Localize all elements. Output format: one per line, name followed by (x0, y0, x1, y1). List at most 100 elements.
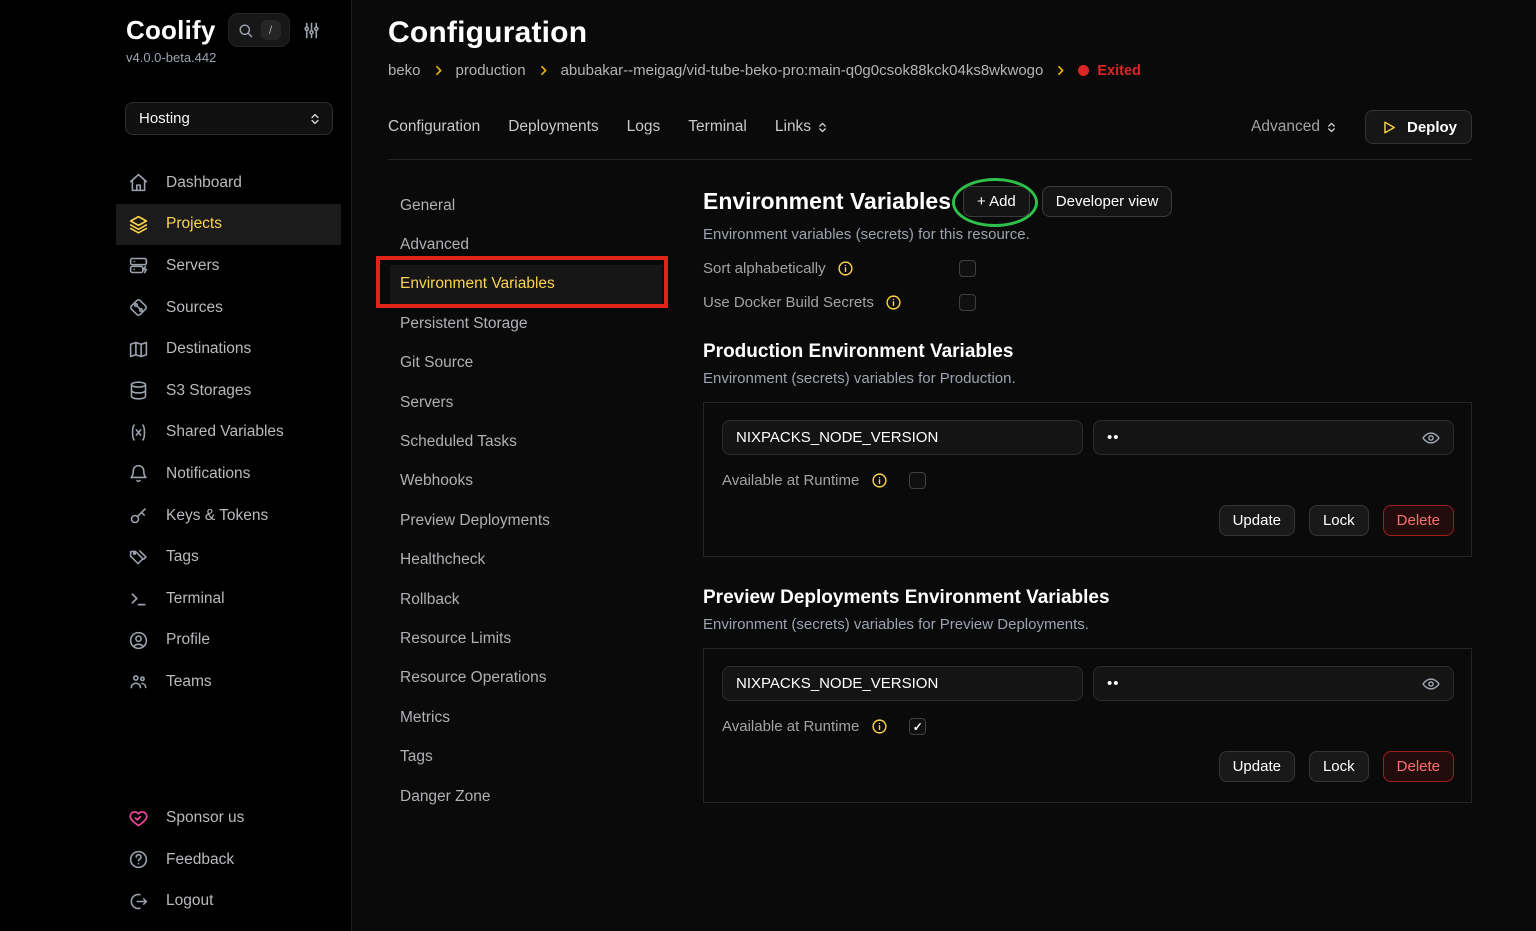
sort-alphabetically-checkbox[interactable] (959, 260, 976, 277)
lock-button[interactable]: Lock (1309, 505, 1369, 536)
team-select[interactable]: Hosting (125, 102, 333, 135)
eye-icon[interactable] (1421, 428, 1441, 448)
tab-terminal[interactable]: Terminal (688, 118, 747, 136)
breadcrumb-project[interactable]: beko (388, 62, 421, 79)
sidebar-item-sponsor-us[interactable]: Sponsor us (116, 797, 341, 839)
subnav-item-metrics[interactable]: Metrics (390, 698, 662, 737)
lock-button[interactable]: Lock (1309, 751, 1369, 782)
docker-build-secrets-checkbox[interactable] (959, 294, 976, 311)
terminal-icon (128, 588, 149, 609)
tab-configuration[interactable]: Configuration (388, 118, 480, 136)
sidebar-item-profile[interactable]: Profile (116, 620, 341, 662)
subnav-item-resource-operations[interactable]: Resource Operations (390, 659, 662, 698)
variable-name-input[interactable] (722, 666, 1083, 701)
status-badge: Exited (1078, 63, 1141, 79)
sidebar-item-notifications[interactable]: Notifications (116, 453, 341, 495)
tab-logs[interactable]: Logs (627, 118, 661, 136)
sidebar-item-logout[interactable]: Logout (116, 880, 341, 922)
preview-variable-card: •• Available at Runtime Update Lock Dele… (703, 648, 1472, 803)
subnav-item-servers[interactable]: Servers (390, 383, 662, 422)
sidebar-item-shared-variables[interactable]: Shared Variables (116, 412, 341, 454)
subnav-item-resource-limits[interactable]: Resource Limits (390, 619, 662, 658)
sidebar: Coolify / v4.0.0-beta.442 Hosting Dashbo… (0, 0, 352, 931)
sidebar-item-terminal[interactable]: Terminal (116, 578, 341, 620)
subnav-item-healthcheck[interactable]: Healthcheck (390, 541, 662, 580)
chevron-right-icon (537, 64, 550, 77)
team-select-value: Hosting (139, 110, 190, 127)
sidebar-item-teams[interactable]: Teams (116, 661, 341, 703)
subnav-item-tags[interactable]: Tags (390, 737, 662, 776)
breadcrumb-resource[interactable]: abubakar--meigag/vid-tube-beko-pro:main-… (561, 62, 1044, 79)
play-icon (1380, 119, 1397, 136)
developer-view-button[interactable]: Developer view (1042, 186, 1173, 217)
sidebar-item-label: Projects (166, 215, 222, 233)
key-icon (128, 505, 149, 526)
heart-icon (128, 808, 149, 829)
available-at-runtime-checkbox[interactable] (909, 718, 926, 735)
info-icon[interactable] (837, 260, 854, 277)
user-icon (128, 630, 149, 651)
sidebar-item-servers[interactable]: Servers (116, 245, 341, 287)
subnav-item-environment-variables[interactable]: Environment Variables (390, 265, 662, 304)
home-icon (128, 172, 149, 193)
sidebar-item-feedback[interactable]: Feedback (116, 839, 341, 881)
tab-deployments[interactable]: Deployments (508, 118, 598, 136)
subnav-item-scheduled-tasks[interactable]: Scheduled Tasks (390, 422, 662, 461)
variable-name-input[interactable] (722, 420, 1083, 455)
subnav-item-general[interactable]: General (390, 186, 662, 225)
search-shortcut-key: / (261, 20, 281, 40)
sidebar-item-label: Tags (166, 548, 199, 566)
eye-icon[interactable] (1421, 674, 1441, 694)
delete-button[interactable]: Delete (1383, 505, 1454, 536)
available-at-runtime-label: Available at Runtime (722, 472, 859, 489)
panel-title: Environment Variables (703, 188, 951, 215)
subnav-item-advanced[interactable]: Advanced (390, 225, 662, 264)
sidebar-item-label: Profile (166, 631, 210, 649)
subnav-item-webhooks[interactable]: Webhooks (390, 462, 662, 501)
sidebar-item-label: Sources (166, 299, 223, 317)
sort-alphabetically-label: Sort alphabetically (703, 260, 826, 277)
sidebar-item-label: Sponsor us (166, 809, 244, 827)
subnav-item-danger-zone[interactable]: Danger Zone (390, 777, 662, 816)
breadcrumb: beko production abubakar--meigag/vid-tub… (388, 62, 1472, 79)
chevron-right-icon (432, 64, 445, 77)
info-icon[interactable] (871, 718, 888, 735)
info-icon[interactable] (871, 472, 888, 489)
advanced-dropdown[interactable]: Advanced (1251, 118, 1338, 136)
update-button[interactable]: Update (1219, 751, 1295, 782)
subnav-item-rollback[interactable]: Rollback (390, 580, 662, 619)
subnav-item-persistent-storage[interactable]: Persistent Storage (390, 304, 662, 343)
tabs-row: Configuration Deployments Logs Terminal … (388, 110, 1472, 160)
variable-value-input[interactable]: •• (1093, 666, 1454, 701)
help-icon (128, 849, 149, 870)
breadcrumb-environment[interactable]: production (456, 62, 526, 79)
sidebar-footer-nav: Sponsor us Feedback Logout (116, 797, 341, 922)
variable-value-input[interactable]: •• (1093, 420, 1454, 455)
subnav-item-git-source[interactable]: Git Source (390, 344, 662, 383)
git-source-icon (128, 297, 149, 318)
sidebar-item-label: Keys & Tokens (166, 507, 268, 525)
tab-links[interactable]: Links (775, 118, 829, 136)
sidebar-item-destinations[interactable]: Destinations (116, 328, 341, 370)
delete-button[interactable]: Delete (1383, 751, 1454, 782)
sidebar-item-s3-storages[interactable]: S3 Storages (116, 370, 341, 412)
sidebar-item-label: Logout (166, 892, 213, 910)
available-at-runtime-checkbox[interactable] (909, 472, 926, 489)
sidebar-item-dashboard[interactable]: Dashboard (116, 162, 341, 204)
update-button[interactable]: Update (1219, 505, 1295, 536)
page-title: Configuration (388, 16, 1472, 50)
subnav-item-preview-deployments[interactable]: Preview Deployments (390, 501, 662, 540)
preview-section-title: Preview Deployments Environment Variable… (703, 587, 1472, 609)
sidebar-item-label: Terminal (166, 590, 225, 608)
deploy-button[interactable]: Deploy (1365, 110, 1472, 144)
sidebar-item-tags[interactable]: Tags (116, 536, 341, 578)
sidebar-item-sources[interactable]: Sources (116, 287, 341, 329)
settings-sliders-icon[interactable] (302, 21, 321, 40)
available-at-runtime-label: Available at Runtime (722, 718, 859, 735)
add-button[interactable]: + Add (963, 186, 1030, 217)
info-icon[interactable] (885, 294, 902, 311)
sidebar-item-keys-tokens[interactable]: Keys & Tokens (116, 495, 341, 537)
search-button[interactable]: / (228, 13, 290, 47)
tab-links-label: Links (775, 118, 811, 136)
sidebar-item-projects[interactable]: Projects (116, 204, 341, 246)
